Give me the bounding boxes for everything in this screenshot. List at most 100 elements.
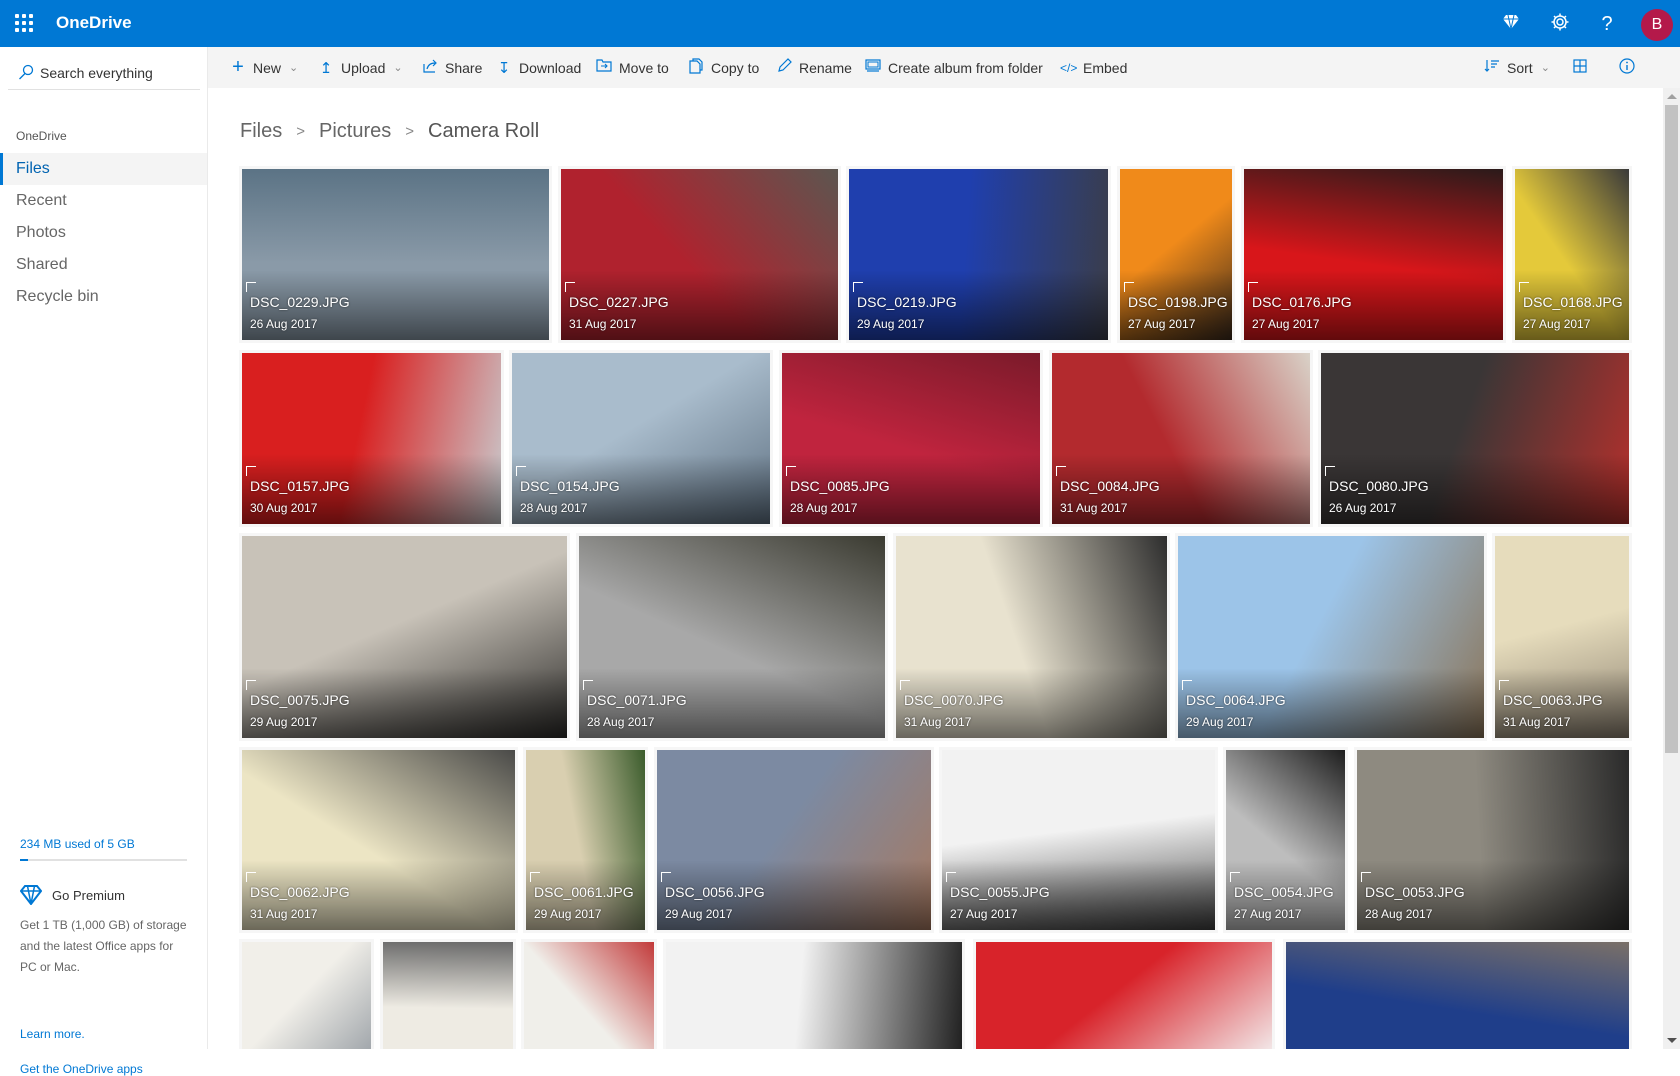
help-icon[interactable]: ? [1595,12,1619,36]
select-checkbox-icon[interactable] [1056,466,1066,476]
scrollbar-thumb[interactable] [1665,105,1678,753]
photo-thumbnail [976,942,1272,1049]
photo-tile[interactable]: DSC_0075.JPG 29 Aug 2017 [242,536,567,738]
select-checkbox-icon[interactable] [583,680,593,690]
photo-tile[interactable]: DSC_0229.JPG 26 Aug 2017 [242,169,549,340]
sidebar-item-recent[interactable]: Recent [0,185,207,217]
photo-tile[interactable]: DSC_0071.JPG 28 Aug 2017 [579,536,885,738]
download-button[interactable]: ↧ Download [496,47,582,88]
share-button[interactable]: Share [422,47,482,88]
rename-button[interactable]: Rename [776,47,852,88]
photo-tile[interactable]: DSC_0064.JPG 29 Aug 2017 [1178,536,1484,738]
select-checkbox-icon[interactable] [946,872,956,882]
select-checkbox-icon[interactable] [516,466,526,476]
learn-more-link[interactable]: Learn more. [20,1027,85,1041]
select-checkbox-icon[interactable] [786,466,796,476]
photo-date: 28 Aug 2017 [587,715,655,729]
photo-name: DSC_0229.JPG [250,294,350,310]
nav-heading: OneDrive [16,129,67,143]
photo-tile[interactable] [524,942,654,1049]
photo-date: 31 Aug 2017 [250,907,318,921]
photo-tile[interactable]: DSC_0219.JPG 29 Aug 2017 [849,169,1108,340]
photo-tile[interactable] [242,942,371,1049]
photo-date: 29 Aug 2017 [665,907,733,921]
storage-quota-link[interactable]: 234 MB used of 5 GB [20,837,135,851]
photo-tile[interactable]: DSC_0055.JPG 27 Aug 2017 [942,750,1215,930]
copy-to-button[interactable]: Copy to [688,47,759,88]
photo-tile[interactable]: DSC_0053.JPG 28 Aug 2017 [1357,750,1629,930]
photo-tile[interactable]: DSC_0154.JPG 28 Aug 2017 [512,353,770,524]
sidebar-item-shared[interactable]: Shared [0,249,207,281]
select-checkbox-icon[interactable] [1361,872,1371,882]
sidebar-item-recycle-bin[interactable]: Recycle bin [0,281,207,313]
avatar[interactable]: B [1641,9,1673,41]
upload-button[interactable]: ↥ Upload ⌄ [318,47,403,88]
diamond-icon[interactable] [1499,12,1523,36]
select-checkbox-icon[interactable] [900,680,910,690]
share-icon [422,59,438,77]
photo-tile[interactable]: DSC_0084.JPG 31 Aug 2017 [1052,353,1310,524]
plus-icon: + [232,56,244,78]
info-pane-button[interactable] [1619,47,1642,88]
gear-icon[interactable] [1548,12,1572,36]
vertical-scrollbar[interactable] [1663,88,1680,1049]
photo-tile[interactable] [666,942,962,1049]
select-checkbox-icon[interactable] [246,680,256,690]
photo-tile[interactable]: DSC_0056.JPG 29 Aug 2017 [657,750,931,930]
chevron-down-icon: ⌄ [289,62,299,74]
photo-tile[interactable]: DSC_0070.JPG 31 Aug 2017 [896,536,1167,738]
breadcrumb-pictures[interactable]: Pictures [319,120,391,143]
view-toggle-button[interactable] [1572,47,1595,88]
photo-date: 26 Aug 2017 [1329,501,1397,515]
select-checkbox-icon[interactable] [1248,282,1258,292]
select-checkbox-icon[interactable] [661,872,671,882]
embed-button[interactable]: </> Embed [1060,47,1127,88]
select-checkbox-icon[interactable] [853,282,863,292]
scroll-down-arrow-icon[interactable] [1667,1038,1677,1043]
move-to-icon [596,59,612,76]
move-to-button[interactable]: Move to [596,47,669,88]
select-checkbox-icon[interactable] [1499,680,1509,690]
select-checkbox-icon[interactable] [1230,872,1240,882]
photo-date: 27 Aug 2017 [950,907,1018,921]
breadcrumb-files[interactable]: Files [240,120,282,143]
photo-tile[interactable] [976,942,1272,1049]
select-checkbox-icon[interactable] [1182,680,1192,690]
select-checkbox-icon[interactable] [1325,466,1335,476]
photo-date: 29 Aug 2017 [250,715,318,729]
sort-button[interactable]: Sort ⌄ [1484,47,1550,88]
photo-tile[interactable]: DSC_0085.JPG 28 Aug 2017 [782,353,1040,524]
photo-tile[interactable]: DSC_0080.JPG 26 Aug 2017 [1321,353,1629,524]
select-checkbox-icon[interactable] [530,872,540,882]
select-checkbox-icon[interactable] [246,282,256,292]
select-checkbox-icon[interactable] [246,466,256,476]
photo-tile[interactable]: DSC_0168.JPG 27 Aug 2017 [1515,169,1629,340]
new-button[interactable]: + New ⌄ [230,47,298,88]
select-checkbox-icon[interactable] [1519,282,1529,292]
sidebar-item-files[interactable]: Files [0,153,207,185]
create-album-button[interactable]: Create album from folder [865,47,1043,88]
photo-name: DSC_0070.JPG [904,692,1004,708]
photo-tile[interactable]: DSC_0227.JPG 31 Aug 2017 [561,169,838,340]
photo-tile[interactable]: DSC_0061.JPG 29 Aug 2017 [526,750,645,930]
scroll-up-arrow-icon[interactable] [1667,94,1677,99]
get-onedrive-apps-link[interactable]: Get the OneDrive apps [20,1062,143,1076]
select-checkbox-icon[interactable] [1124,282,1134,292]
photo-tile[interactable]: DSC_0054.JPG 27 Aug 2017 [1226,750,1345,930]
photo-tile[interactable] [1286,942,1629,1049]
photo-tile[interactable] [383,942,513,1049]
sidebar-item-photos[interactable]: Photos [0,217,207,249]
photo-tile[interactable]: DSC_0063.JPG 31 Aug 2017 [1495,536,1629,738]
photo-tile[interactable]: DSC_0157.JPG 30 Aug 2017 [242,353,501,524]
search-input[interactable]: Search everything [8,55,200,90]
photo-tile[interactable]: DSC_0176.JPG 27 Aug 2017 [1244,169,1503,340]
app-launcher-icon[interactable] [15,14,33,32]
photo-tile[interactable]: DSC_0198.JPG 27 Aug 2017 [1120,169,1232,340]
photo-name: DSC_0055.JPG [950,884,1050,900]
select-checkbox-icon[interactable] [246,872,256,882]
photo-name: DSC_0053.JPG [1365,884,1465,900]
photo-tile[interactable]: DSC_0062.JPG 31 Aug 2017 [242,750,515,930]
photo-name: DSC_0054.JPG [1234,884,1334,900]
select-checkbox-icon[interactable] [565,282,575,292]
app-title[interactable]: OneDrive [56,13,132,33]
